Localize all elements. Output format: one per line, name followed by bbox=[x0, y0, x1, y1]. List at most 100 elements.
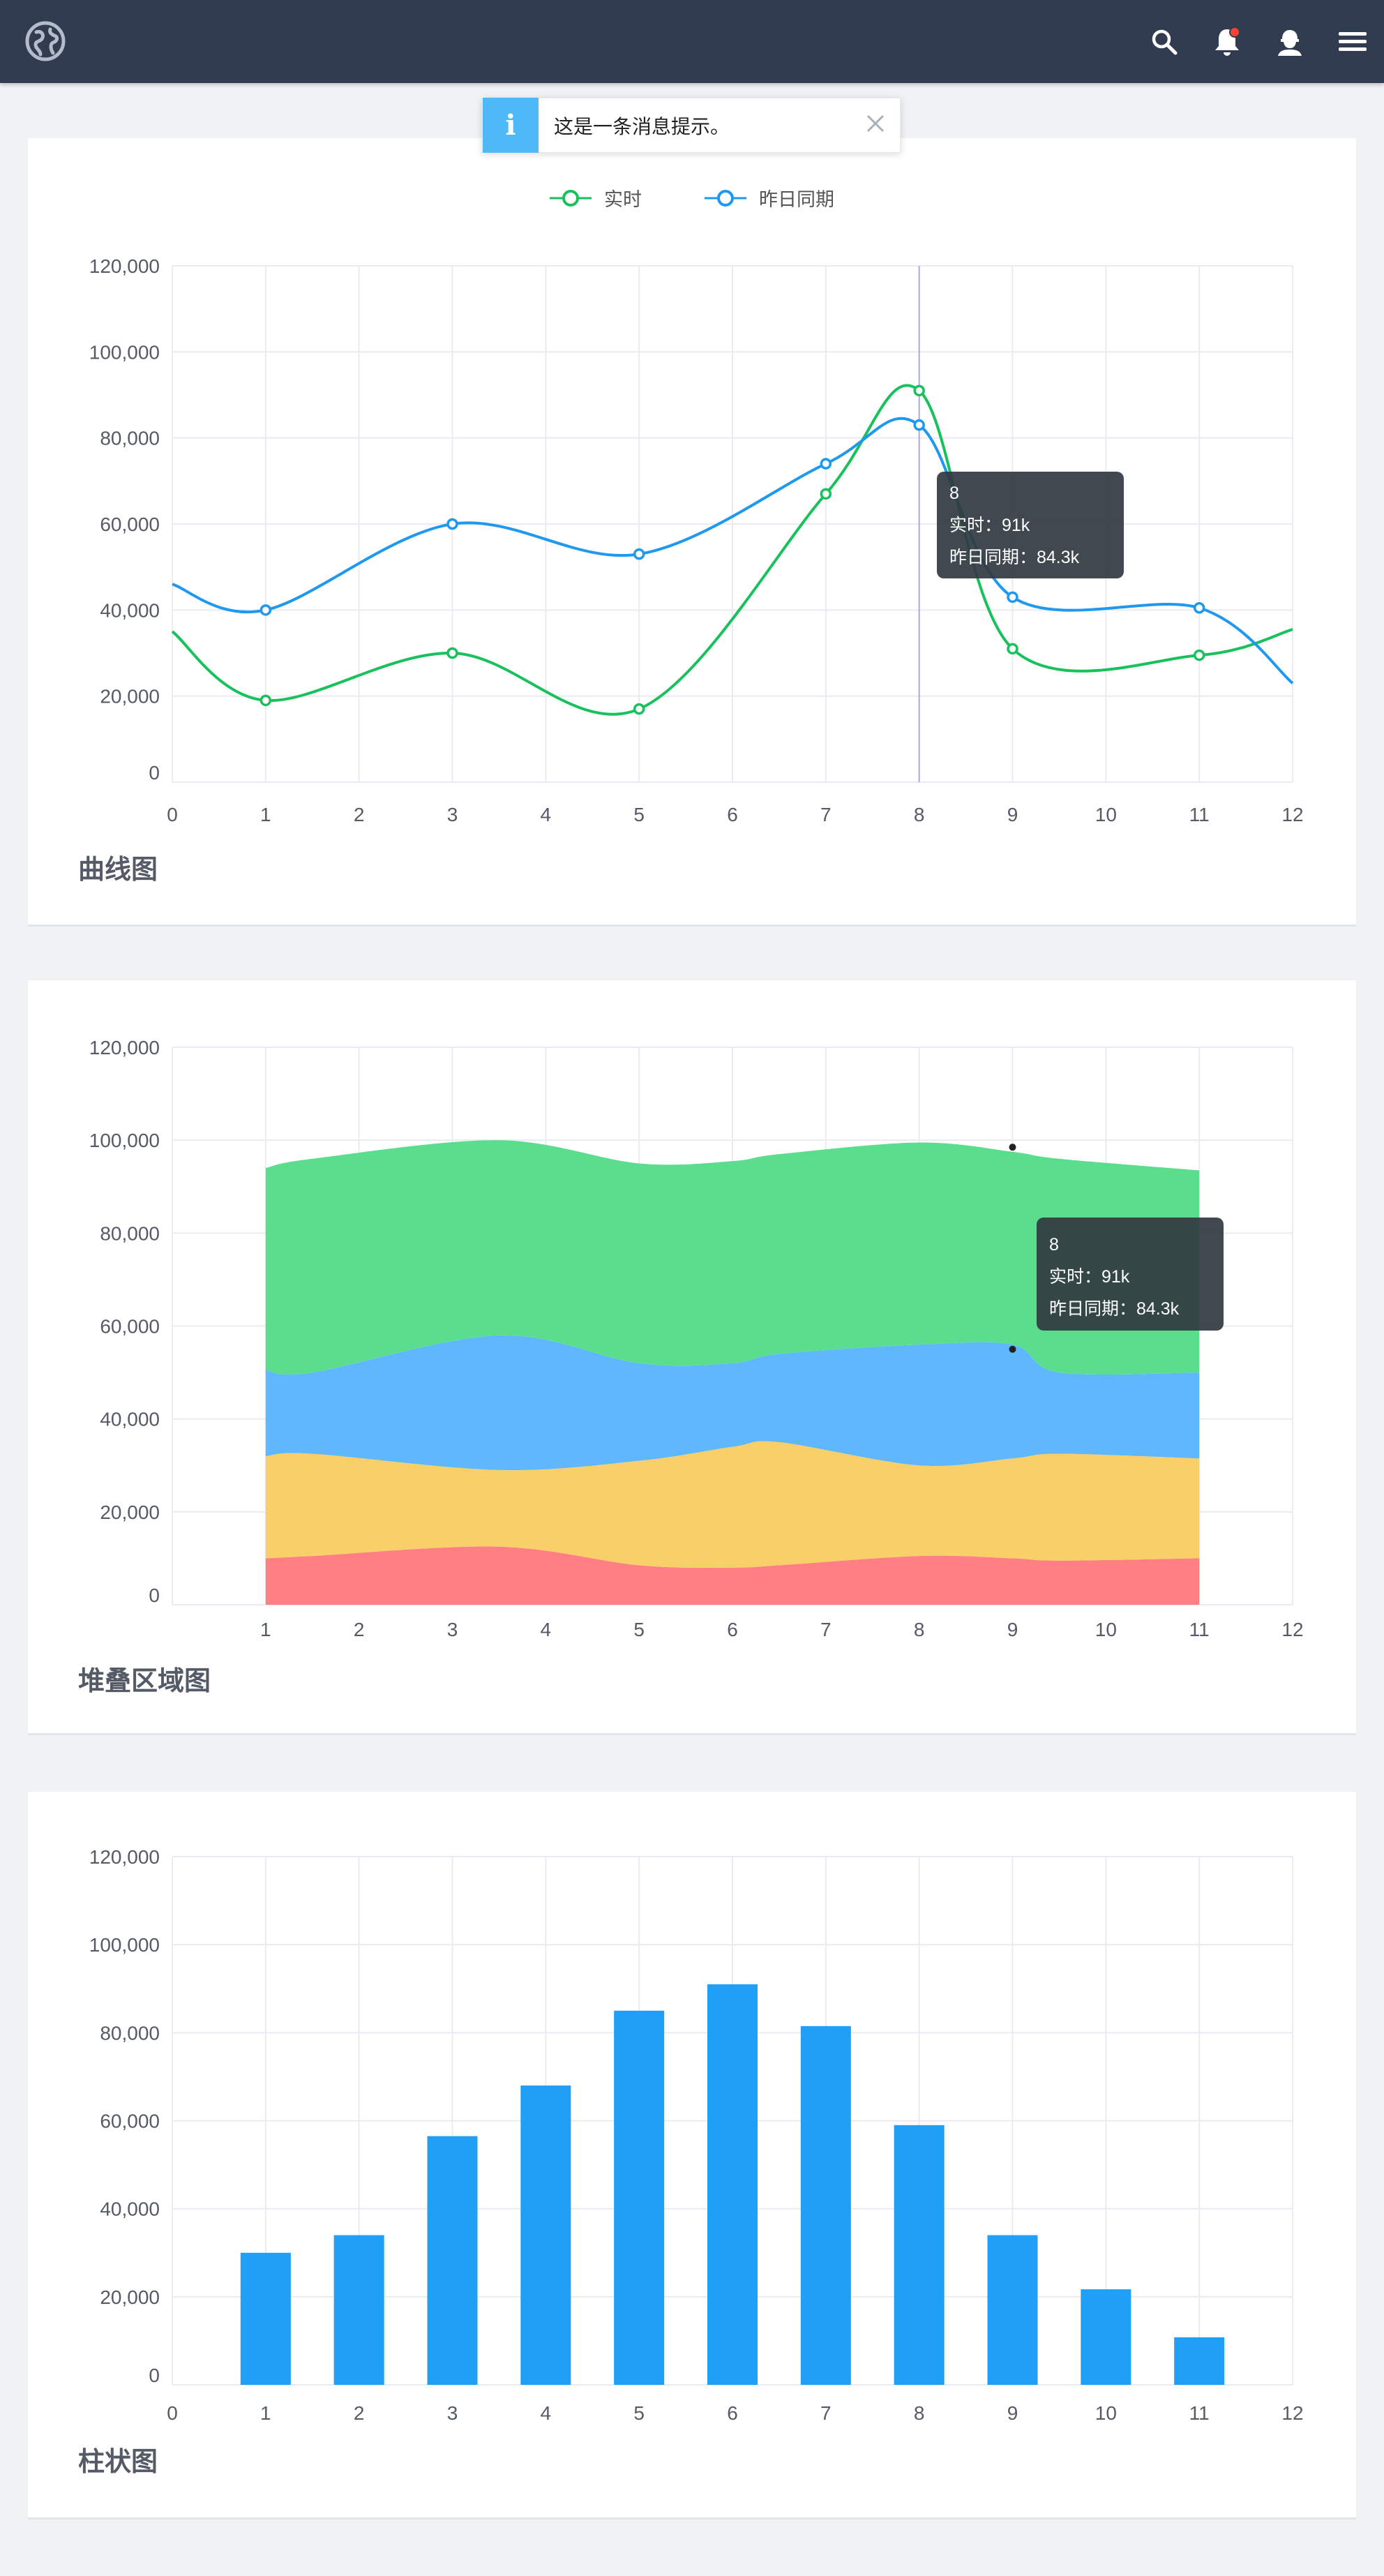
x-tick-label: 4 bbox=[541, 2402, 552, 2424]
notification-dot bbox=[1229, 26, 1240, 38]
x-tick-label: 5 bbox=[633, 1619, 645, 1640]
y-tick-label: 80,000 bbox=[100, 2022, 160, 2044]
y-tick-label: 0 bbox=[149, 1585, 160, 1606]
y-tick-label: 20,000 bbox=[100, 2286, 160, 2308]
search-icon bbox=[1150, 28, 1178, 56]
x-tick-label: 10 bbox=[1095, 2402, 1117, 2424]
y-tick-label: 60,000 bbox=[100, 2111, 160, 2132]
close-icon bbox=[866, 114, 885, 137]
x-tick-label: 3 bbox=[447, 2402, 458, 2424]
stacked-area-card: 0 20,000 40,000 60,000 80,000 100,000 120,000 1… bbox=[28, 980, 1356, 1735]
y-tick-label: 0 bbox=[149, 762, 160, 784]
y-tick-label: 80,000 bbox=[100, 1222, 160, 1244]
bar bbox=[1081, 2289, 1131, 2385]
data-point bbox=[1007, 643, 1018, 655]
data-point bbox=[633, 548, 645, 560]
x-tick-label: 8 bbox=[914, 2402, 925, 2424]
notification-button[interactable] bbox=[1196, 0, 1258, 83]
data-point bbox=[1007, 591, 1018, 604]
x-tick-label: 11 bbox=[1189, 2402, 1210, 2424]
menu-button[interactable] bbox=[1321, 0, 1384, 83]
y-tick-label: 120,000 bbox=[89, 255, 160, 277]
y-tick-label: 40,000 bbox=[100, 2199, 160, 2220]
line-tooltip: 8 实时：91k 昨日同期：84.3k bbox=[937, 472, 1124, 578]
bar bbox=[800, 2025, 851, 2385]
x-tick-label: 8 bbox=[914, 804, 925, 825]
data-point bbox=[1193, 649, 1205, 661]
x-tick-label: 0 bbox=[167, 2402, 178, 2424]
x-tick-label: 5 bbox=[633, 804, 645, 825]
x-tick-label: 8 bbox=[914, 1619, 925, 1640]
line-chart[interactable]: 0 20,000 40,000 60,000 80,000 100,000 120,000 0… bbox=[28, 138, 1356, 927]
user-icon bbox=[1275, 27, 1304, 57]
x-tick-label: 7 bbox=[820, 1619, 832, 1640]
bar bbox=[333, 2235, 384, 2385]
bar bbox=[707, 1984, 758, 2385]
bar bbox=[987, 2235, 1038, 2385]
stacked-area-chart[interactable]: 0 20,000 40,000 60,000 80,000 100,000 120,000 1… bbox=[28, 980, 1356, 1735]
y-tick-label: 100,000 bbox=[89, 1130, 160, 1151]
message-toast: i 这是一条消息提示。 bbox=[482, 98, 901, 153]
bar-chart[interactable]: 0 20,000 40,000 60,000 80,000 100,000 120,000 0… bbox=[28, 1792, 1356, 2519]
user-button[interactable] bbox=[1258, 0, 1321, 83]
globe-icon[interactable] bbox=[25, 21, 66, 61]
y-tick-label: 40,000 bbox=[100, 599, 160, 621]
area-tooltip: 8 实时：91k 昨日同期：84.3k bbox=[1037, 1218, 1224, 1331]
y-tick-label: 80,000 bbox=[100, 428, 160, 449]
x-tick-label: 6 bbox=[727, 804, 738, 825]
x-tick-label: 1 bbox=[260, 804, 271, 825]
data-point bbox=[913, 419, 925, 431]
x-tick-label: 3 bbox=[447, 1619, 458, 1640]
close-button[interactable] bbox=[851, 98, 900, 153]
data-point bbox=[913, 384, 925, 397]
bar bbox=[240, 2252, 291, 2385]
tooltip-realtime: 实时：91k bbox=[1049, 1267, 1130, 1287]
x-tick-label: 1 bbox=[260, 2402, 271, 2424]
search-button[interactable] bbox=[1133, 0, 1196, 83]
x-tick-label: 3 bbox=[447, 804, 458, 825]
x-tick-label: 0 bbox=[167, 804, 178, 825]
x-tick-label: 4 bbox=[541, 1619, 552, 1640]
tooltip-title: 8 bbox=[949, 484, 959, 503]
x-tick-label: 12 bbox=[1281, 804, 1303, 825]
line-chart-card: 实时 昨日同期 0 20,000 40,000 60,000 80,000 100,000… bbox=[28, 138, 1356, 927]
y-tick-label: 20,000 bbox=[100, 686, 160, 707]
x-tick-label: 6 bbox=[727, 2402, 738, 2424]
bar bbox=[520, 2085, 571, 2385]
x-tick-label: 12 bbox=[1281, 2402, 1303, 2424]
y-tick-label: 20,000 bbox=[100, 1502, 160, 1523]
bar bbox=[427, 2136, 478, 2385]
y-tick-label: 120,000 bbox=[89, 1037, 160, 1058]
x-tick-label: 7 bbox=[820, 2402, 832, 2424]
y-tick-label: 0 bbox=[149, 2365, 160, 2386]
toast-message: 这是一条消息提示。 bbox=[554, 115, 730, 137]
hover-point bbox=[1009, 1345, 1016, 1353]
stacked-area-title: 堆叠区域图 bbox=[78, 1667, 211, 1696]
bell-icon bbox=[1212, 26, 1242, 57]
data-point bbox=[1193, 602, 1205, 614]
bar bbox=[1174, 2337, 1225, 2385]
hover-point bbox=[1009, 1144, 1016, 1151]
line-chart-title: 曲线图 bbox=[78, 855, 158, 885]
tooltip-title: 8 bbox=[1049, 1235, 1059, 1255]
data-point bbox=[446, 647, 458, 659]
tooltip-yesterday: 昨日同期：84.3k bbox=[1049, 1299, 1180, 1319]
bar-chart-title: 柱状图 bbox=[78, 2448, 158, 2477]
data-point bbox=[446, 518, 458, 530]
tooltip-yesterday: 昨日同期：84.3k bbox=[949, 548, 1080, 567]
data-point bbox=[260, 604, 272, 616]
data-point bbox=[260, 694, 272, 707]
tooltip-realtime: 实时：91k bbox=[949, 516, 1030, 535]
x-tick-label: 9 bbox=[1007, 2402, 1018, 2424]
y-tick-label: 120,000 bbox=[89, 1846, 160, 1868]
data-point bbox=[633, 703, 645, 715]
y-tick-label: 100,000 bbox=[89, 1934, 160, 1956]
x-tick-label: 10 bbox=[1095, 1619, 1117, 1640]
data-point bbox=[820, 488, 832, 500]
top-navbar bbox=[0, 0, 1384, 83]
menu-icon bbox=[1339, 31, 1367, 53]
x-tick-label: 9 bbox=[1007, 1619, 1018, 1640]
x-tick-label: 5 bbox=[633, 2402, 645, 2424]
x-tick-label: 2 bbox=[354, 1619, 365, 1640]
x-tick-label: 7 bbox=[820, 804, 832, 825]
